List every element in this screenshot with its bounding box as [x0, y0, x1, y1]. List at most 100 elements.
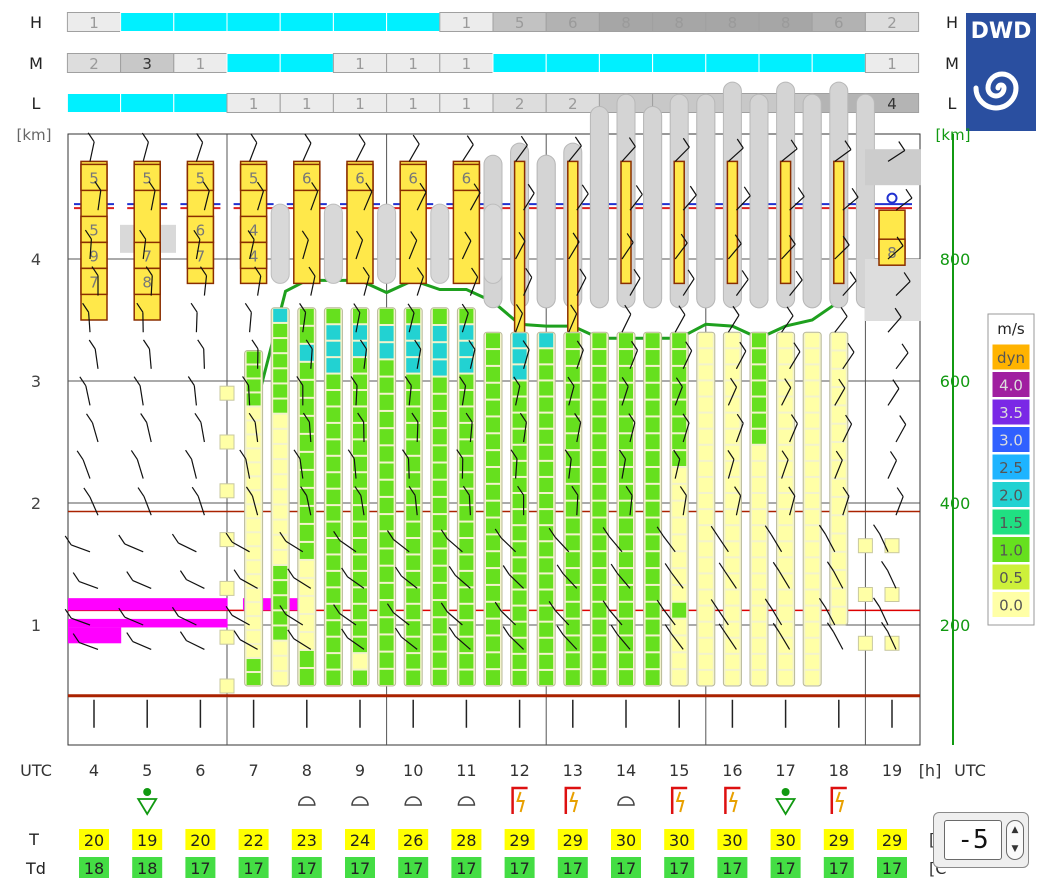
updraft-cell [433, 446, 447, 461]
updraft-cell [380, 464, 394, 479]
updraft-cell [273, 505, 287, 518]
updraft-cell [832, 352, 846, 368]
spinner-up-arrow-icon[interactable]: ▲ [1007, 821, 1023, 840]
hour-tick-label: 11 [456, 761, 476, 780]
cloud-layer-label: L [32, 94, 41, 113]
updraft-cell [672, 586, 686, 601]
updraft-cell [725, 381, 739, 395]
cloud-box-label: 8 [142, 273, 152, 291]
updraft-cell [406, 391, 420, 405]
updraft-cell [566, 670, 580, 685]
updraft-cell [247, 631, 261, 643]
cloud-cover-cell [174, 13, 227, 32]
updraft-cell [273, 657, 287, 670]
updraft-cell [220, 581, 234, 595]
spinner-buttons[interactable]: ▲ ▼ [1006, 820, 1024, 860]
updraft-cell [486, 350, 500, 365]
updraft-cell [752, 671, 766, 685]
updraft-cell [592, 552, 606, 567]
updraft-cell [300, 507, 314, 523]
updraft-cell [513, 591, 527, 605]
cloud-box [515, 161, 525, 344]
cloud-box-label: 6 [196, 221, 206, 239]
offset-spinner[interactable]: -5 ▲ ▼ [933, 812, 1029, 868]
dewpoint-value: 17 [403, 859, 423, 878]
updraft-cell [592, 367, 606, 382]
updraft-cell [380, 378, 394, 393]
cloud-icon [458, 797, 474, 805]
updraft-cell [247, 589, 261, 601]
updraft-cell [486, 468, 500, 483]
updraft-cell [539, 655, 553, 669]
updraft-cell [779, 639, 793, 653]
updraft-cell [725, 558, 739, 572]
cloud-cover-value: 1 [302, 95, 312, 113]
cloud-cover-value: 1 [196, 55, 206, 73]
updraft-cell [699, 333, 713, 347]
updraft-cell [247, 365, 261, 377]
updraft-cell [380, 446, 394, 461]
updraft-cell [805, 574, 819, 588]
dewpoint-label: Td [25, 859, 46, 878]
updraft-cell [486, 367, 500, 382]
updraft-cell [672, 350, 686, 365]
updraft-cell [326, 588, 340, 602]
updraft-cell [486, 485, 500, 500]
updraft-cell [513, 462, 527, 476]
updraft-cell [699, 542, 713, 556]
updraft-cell [779, 494, 793, 508]
updraft-cell [752, 510, 766, 524]
cloud-layer-label: H [30, 13, 42, 32]
updraft-cell [406, 523, 420, 537]
updraft-cell [220, 484, 234, 498]
updraft-cell [273, 324, 287, 337]
updraft-cell [433, 360, 447, 375]
hour-tick-label: 14 [616, 761, 636, 780]
updraft-cell [380, 395, 394, 410]
legend-title: m/s [997, 320, 1025, 338]
updraft-cell [566, 620, 580, 635]
temperature-value: 30 [775, 831, 795, 850]
updraft-cell [539, 639, 553, 653]
wind-barb [204, 349, 205, 369]
cloud-cover-value: 1 [462, 55, 472, 73]
updraft-cell [699, 494, 713, 508]
updraft-cell [433, 378, 447, 393]
updraft-cell [380, 670, 394, 685]
updraft-cell [486, 552, 500, 567]
updraft-cell [459, 391, 473, 405]
updraft-cell [805, 510, 819, 524]
updraft-cell [539, 526, 553, 540]
updraft-cell [752, 365, 766, 379]
dewpoint-row: Td18181717171717171717171717171717[C [25, 857, 946, 878]
updraft-cell [566, 519, 580, 534]
offset-value-field[interactable]: -5 [944, 820, 1002, 860]
updraft-cell [805, 607, 819, 621]
updraft-cell [273, 626, 287, 639]
updraft-cell [566, 367, 580, 382]
updraft-cell [619, 535, 633, 550]
updraft-cell [247, 421, 261, 433]
updraft-cell [459, 605, 473, 619]
temperature-value: 20 [190, 831, 210, 850]
updraft-cell [672, 434, 686, 449]
updraft-cell [566, 535, 580, 550]
updraft-cell [592, 350, 606, 365]
updraft-cell [725, 655, 739, 669]
updraft-cell [247, 533, 261, 545]
updraft-cell [300, 399, 314, 415]
updraft-cell [592, 384, 606, 399]
shower-dot-icon [782, 788, 790, 796]
updraft-cell [779, 414, 793, 428]
updraft-cell [513, 574, 527, 588]
updraft-cell [566, 552, 580, 567]
cloud-box-label: 5 [89, 221, 99, 239]
updraft-cell [779, 430, 793, 444]
time-axis: UTC45678910111213141516171819[h]UTC [20, 761, 986, 780]
updraft-cell [646, 653, 660, 668]
updraft-cell [805, 591, 819, 605]
cloud-cover-value: 1 [887, 55, 897, 73]
spinner-down-arrow-icon[interactable]: ▼ [1007, 840, 1023, 859]
updraft-cell [539, 446, 553, 460]
updraft-cell [406, 555, 420, 569]
